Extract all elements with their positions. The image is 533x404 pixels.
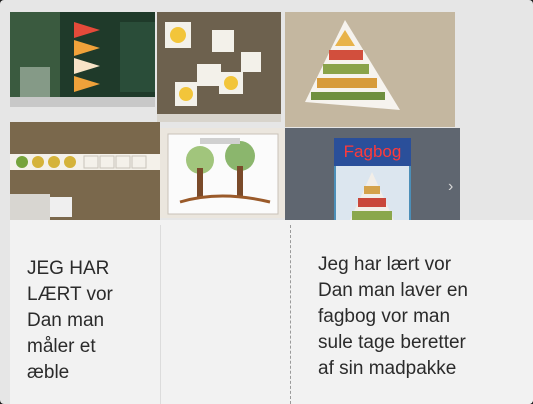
photo-food-pyramid[interactable] (285, 12, 455, 127)
photo-apple-measuring[interactable] (10, 122, 160, 222)
photo-cards-on-table[interactable] (157, 12, 281, 122)
column-divider (160, 225, 161, 404)
dashed-divider (290, 225, 291, 404)
photo-classroom-board[interactable] (10, 12, 155, 107)
left-caption-line: Dan man (27, 310, 105, 331)
right-caption-line: Jeg har lært vor (318, 254, 452, 275)
right-caption: Jeg har lært vor Dan man laver en fagbog… (318, 252, 528, 382)
fagbog-title: Fagbog (334, 138, 411, 166)
right-caption-line: af sin madpakke (318, 358, 457, 379)
left-caption-line: JEG HAR (27, 258, 110, 279)
right-caption-line: fagbog vor man (318, 306, 451, 327)
left-caption-line: LÆRT vor (27, 284, 113, 305)
left-caption-line: æble (27, 362, 70, 383)
left-caption-line: måler et (27, 336, 96, 357)
right-caption-line: sule tage beretter (318, 332, 466, 353)
tablet-screen: Fagbog › JEG HAR LÆRT vor Dan man måler … (0, 0, 533, 404)
left-caption: JEG HAR LÆRT vor Dan man måler et æble (27, 256, 147, 386)
photo-tree-drawing[interactable] (160, 128, 285, 218)
right-caption-line: Dan man laver en (318, 280, 468, 301)
chevron-right-icon[interactable]: › (448, 178, 453, 196)
